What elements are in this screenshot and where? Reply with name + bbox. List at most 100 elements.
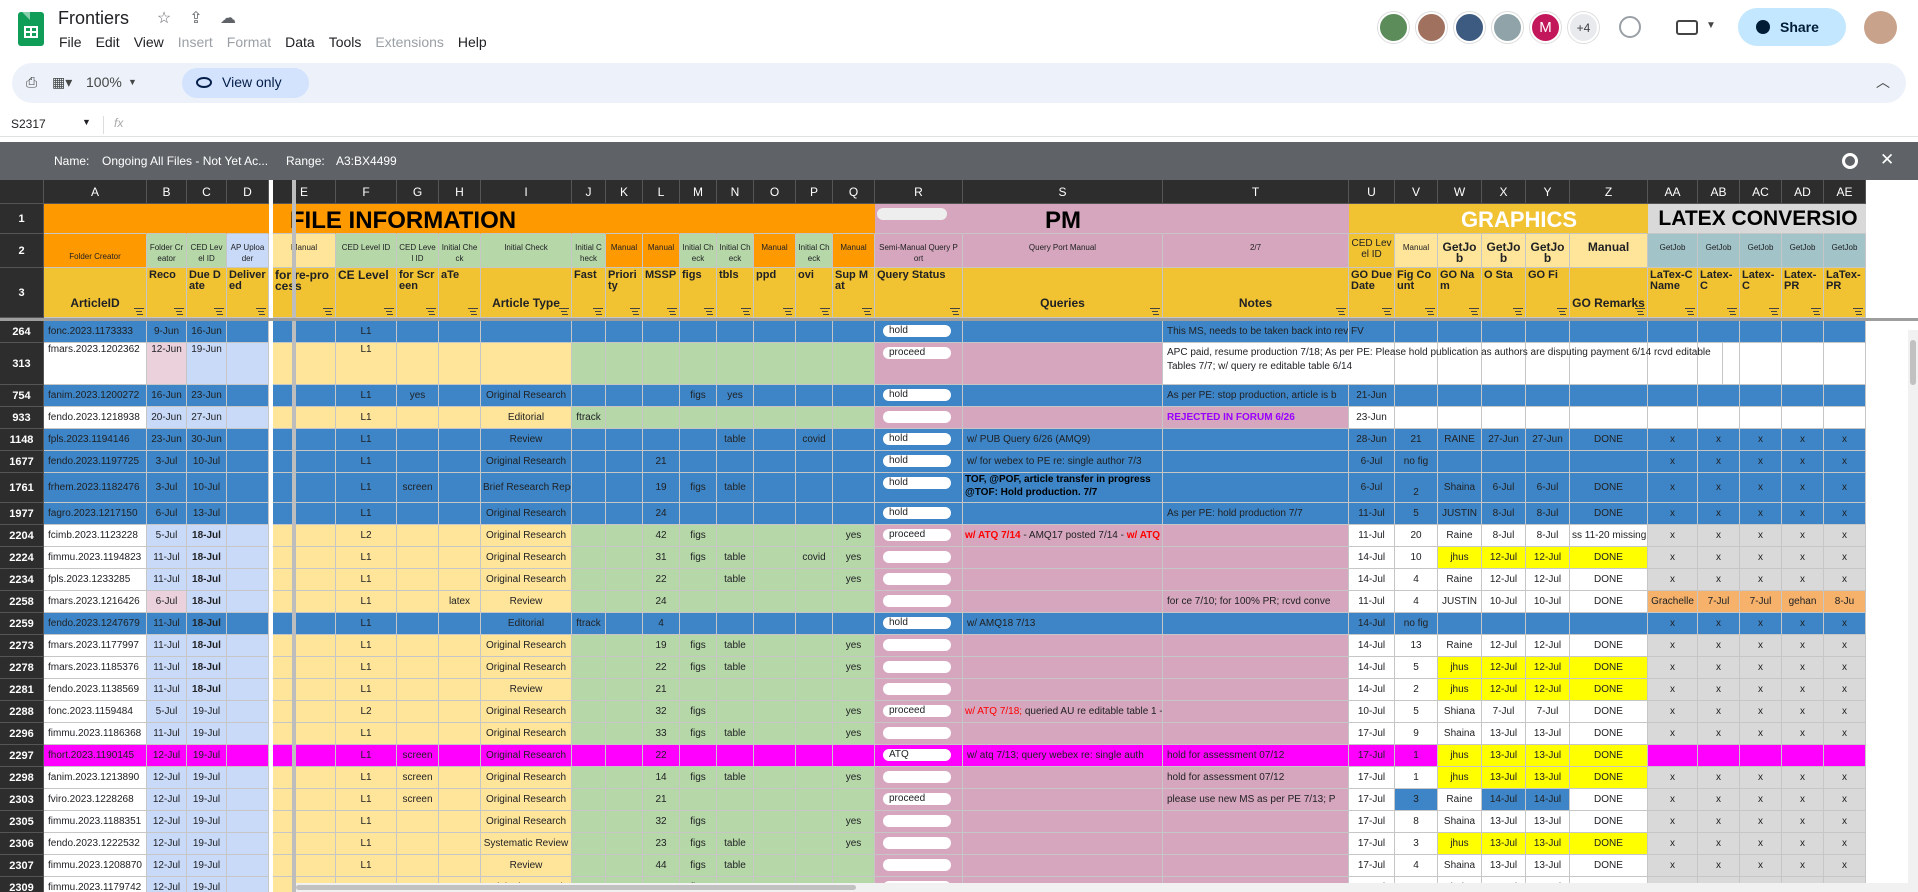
data-cell[interactable]: [1782, 407, 1824, 429]
data-cell[interactable]: FV: [1349, 321, 1395, 343]
data-cell[interactable]: [227, 473, 269, 503]
filter-icon[interactable]: [384, 308, 394, 315]
data-cell[interactable]: [833, 503, 875, 525]
data-cell[interactable]: [796, 343, 833, 385]
data-cell[interactable]: 17-Jul: [1349, 767, 1395, 789]
star-icon[interactable]: ☆: [154, 8, 174, 28]
data-cell[interactable]: fmars.2023.1185376: [44, 657, 147, 679]
query-status-chip[interactable]: [883, 573, 951, 585]
data-cell[interactable]: x: [1782, 811, 1824, 833]
data-cell[interactable]: [875, 407, 963, 429]
data-cell[interactable]: 13-Jul: [1482, 745, 1526, 767]
data-cell[interactable]: table: [717, 723, 754, 745]
data-cell[interactable]: 19-Jul: [187, 745, 227, 767]
close-icon[interactable]: ✕: [1880, 150, 1894, 170]
data-cell[interactable]: [963, 407, 1163, 429]
data-cell[interactable]: x: [1698, 701, 1740, 723]
data-cell[interactable]: [1526, 385, 1570, 407]
column-header-k[interactable]: K: [606, 180, 643, 204]
data-cell[interactable]: x: [1782, 789, 1824, 811]
data-cell[interactable]: 12-Jul: [1526, 547, 1570, 569]
data-cell[interactable]: [606, 613, 643, 635]
data-cell[interactable]: x: [1740, 723, 1782, 745]
data-cell[interactable]: Original Research: [481, 451, 572, 473]
data-cell[interactable]: [227, 451, 269, 473]
data-cell[interactable]: 3: [1395, 833, 1438, 855]
data-cell[interactable]: [643, 385, 680, 407]
menu-data[interactable]: Data: [284, 34, 323, 50]
filter-icon[interactable]: [1382, 308, 1392, 315]
column-title-t[interactable]: Notes: [1163, 268, 1349, 318]
data-cell[interactable]: 17-Jul: [1349, 811, 1395, 833]
data-cell[interactable]: yes: [833, 635, 875, 657]
query-status-chip[interactable]: [883, 551, 951, 563]
data-cell[interactable]: x: [1648, 473, 1698, 503]
filter-name-value[interactable]: Ongoing All Files - Not Yet Ac...: [102, 154, 268, 168]
data-cell[interactable]: [1438, 385, 1482, 407]
data-cell[interactable]: 10-Jul: [187, 451, 227, 473]
data-cell[interactable]: [227, 723, 269, 745]
data-cell[interactable]: L1: [336, 657, 397, 679]
data-cell[interactable]: [1163, 723, 1349, 745]
data-cell[interactable]: proceed: [875, 789, 963, 811]
data-cell[interactable]: [439, 407, 481, 429]
data-cell[interactable]: [397, 613, 439, 635]
data-cell[interactable]: [397, 451, 439, 473]
query-status-chip[interactable]: ATQ: [883, 749, 951, 761]
data-cell[interactable]: [1482, 613, 1526, 635]
filter-icon[interactable]: [1336, 308, 1346, 315]
data-cell[interactable]: Brief Research Report: [481, 473, 572, 503]
data-cell[interactable]: [643, 429, 680, 451]
data-cell[interactable]: x: [1824, 503, 1866, 525]
data-cell[interactable]: 11-Jul: [147, 635, 187, 657]
column-header-ad[interactable]: AD: [1782, 180, 1824, 204]
data-cell[interactable]: ftrack: [572, 613, 606, 635]
data-cell[interactable]: gehan: [1782, 591, 1824, 613]
data-cell[interactable]: JUSTIN: [1438, 503, 1482, 525]
query-status-chip[interactable]: [883, 595, 951, 607]
data-cell[interactable]: [227, 789, 269, 811]
data-cell[interactable]: [227, 877, 269, 892]
data-cell[interactable]: [227, 503, 269, 525]
data-cell[interactable]: [606, 321, 643, 343]
data-cell[interactable]: 10-Jul: [187, 473, 227, 503]
data-cell[interactable]: [227, 407, 269, 429]
data-cell[interactable]: Original Research: [481, 811, 572, 833]
data-cell[interactable]: [227, 833, 269, 855]
data-cell[interactable]: fmars.2023.1177997: [44, 635, 147, 657]
column-header-b[interactable]: B: [147, 180, 187, 204]
column-header-ae[interactable]: AE: [1824, 180, 1866, 204]
data-cell[interactable]: [754, 679, 796, 701]
data-cell[interactable]: x: [1782, 767, 1824, 789]
data-cell[interactable]: yes: [833, 701, 875, 723]
data-cell[interactable]: x: [1648, 811, 1698, 833]
data-cell[interactable]: [273, 547, 336, 569]
data-cell[interactable]: [833, 613, 875, 635]
data-cell[interactable]: [606, 385, 643, 407]
filter-icon[interactable]: [1425, 308, 1435, 315]
data-cell[interactable]: x: [1648, 723, 1698, 745]
data-cell[interactable]: [1438, 321, 1482, 343]
data-cell[interactable]: 23-Jun: [187, 385, 227, 407]
data-cell[interactable]: As per PE: stop production, article is b: [1163, 385, 1349, 407]
data-cell[interactable]: [1163, 855, 1349, 877]
data-cell[interactable]: yes: [833, 723, 875, 745]
data-cell[interactable]: L1: [336, 429, 397, 451]
data-cell[interactable]: L2: [336, 525, 397, 547]
data-cell[interactable]: [680, 789, 717, 811]
menu-help[interactable]: Help: [457, 34, 495, 50]
data-cell[interactable]: [572, 833, 606, 855]
data-cell[interactable]: x: [1740, 473, 1782, 503]
data-cell[interactable]: [796, 473, 833, 503]
data-cell[interactable]: jhus: [1438, 745, 1482, 767]
data-cell[interactable]: x: [1824, 679, 1866, 701]
data-cell[interactable]: 8: [1395, 811, 1438, 833]
menu-view[interactable]: View: [133, 34, 172, 50]
data-cell[interactable]: x: [1824, 833, 1866, 855]
column-header-h[interactable]: H: [439, 180, 481, 204]
data-cell[interactable]: 19: [643, 473, 680, 503]
data-cell[interactable]: 9-Jun: [147, 321, 187, 343]
data-cell[interactable]: 17-Jul: [1349, 789, 1395, 811]
data-cell[interactable]: x: [1648, 701, 1698, 723]
data-cell[interactable]: [754, 745, 796, 767]
